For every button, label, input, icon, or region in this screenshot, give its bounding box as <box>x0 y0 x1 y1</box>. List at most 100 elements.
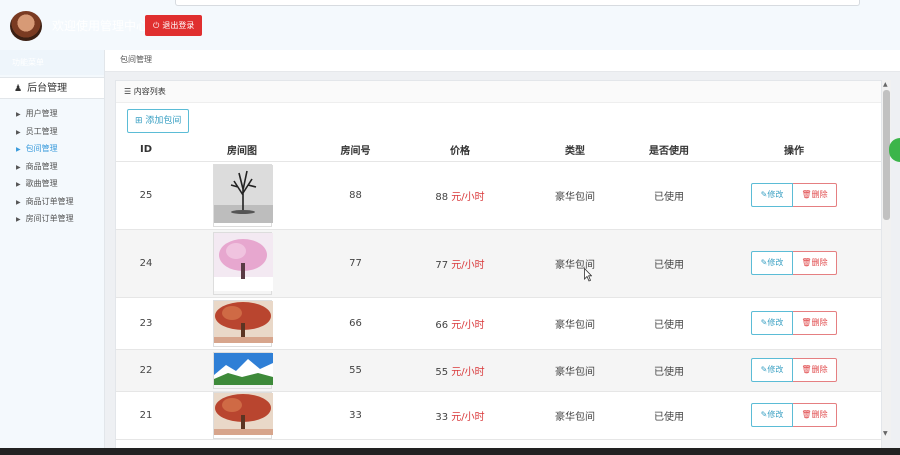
sidebar-item-label: 员工管理 <box>25 126 58 136</box>
cell-actions: ✎修改 🗑删除 <box>705 161 881 230</box>
caret-right-icon: ▶ <box>16 128 21 136</box>
delete-label: 删除 <box>811 410 828 419</box>
price-unit: 元/小时 <box>451 411 485 423</box>
sidebar-item[interactable]: ▶ 用户管理 <box>0 105 104 123</box>
panel-title: ☰ 内容列表 <box>116 81 881 103</box>
sidebar-item-label: 商品订单管理 <box>25 196 74 206</box>
sidebar-item-label: 包间管理 <box>25 144 58 153</box>
edit-label: 修改 <box>767 410 784 419</box>
cell-id: 23 <box>116 297 176 350</box>
caret-right-icon: ▶ <box>16 146 21 153</box>
table-row: 23 66 66 元/小时 豪华包间 已使用 ✎修改 🗑删除 <box>116 297 881 350</box>
room-thumbnail <box>212 299 273 347</box>
scrollbar[interactable]: ▲ ▼ <box>882 80 891 440</box>
action-group: ✎修改 🗑删除 <box>751 358 837 382</box>
edit-button[interactable]: ✎修改 <box>751 183 793 207</box>
cell-room: 66 <box>308 297 403 350</box>
cell-price: 66 元/小时 <box>403 297 517 350</box>
cell-room: 88 <box>308 161 403 230</box>
edit-label: 修改 <box>767 318 784 327</box>
delete-label: 删除 <box>811 318 828 327</box>
sidebar-item[interactable]: ▶ 员工管理 <box>0 123 104 141</box>
sidebar-item[interactable]: ▶ 包间管理 <box>0 140 104 158</box>
table-row: 25 88 88 元/小时 豪华包间 已使用 ✎修改 🗑删除 <box>116 161 881 230</box>
sidebar-menu-title[interactable]: ♟ 后台管理 <box>0 77 104 99</box>
sidebar-item[interactable]: ▶ 商品订单管理 <box>0 193 104 211</box>
add-room-label: 添加包间 <box>145 116 182 126</box>
room-thumbnail <box>212 231 273 295</box>
price-value: 77 <box>435 259 449 271</box>
header-used: 是否使用 <box>633 139 705 162</box>
list-icon: ☰ <box>124 87 134 96</box>
header-id: ID <box>116 139 176 162</box>
cell-type: 豪华包间 <box>517 297 633 350</box>
header-image: 房间图 <box>176 139 308 162</box>
sidebar-item-label: 用户管理 <box>25 109 58 118</box>
cell-used: 已使用 <box>633 161 705 230</box>
sidebar-item-label: 商品管理 <box>25 161 58 171</box>
menu-title-label: 后台管理 <box>27 83 68 94</box>
price-value: 66 <box>435 319 449 331</box>
cell-image <box>176 349 308 392</box>
price-unit: 元/小时 <box>451 191 485 203</box>
cell-id: 24 <box>116 229 176 298</box>
trash-icon: 🗑 <box>801 190 812 199</box>
delete-button[interactable]: 🗑删除 <box>793 251 837 275</box>
cell-used: 已使用 <box>633 229 705 298</box>
cell-used: 已使用 <box>633 297 705 350</box>
taskbar <box>0 448 900 455</box>
price-unit: 元/小时 <box>451 259 485 271</box>
cell-actions: ✎修改 🗑删除 <box>705 349 881 392</box>
room-thumbnail <box>212 391 273 439</box>
cell-id: 21 <box>116 391 176 440</box>
user-icon: ♟ <box>14 84 23 94</box>
trash-icon: 🗑 <box>801 410 812 419</box>
cell-price: 77 元/小时 <box>403 229 517 298</box>
address-bar[interactable] <box>175 0 860 6</box>
caret-right-icon: ▶ <box>16 181 21 188</box>
price-unit: 元/小时 <box>451 366 485 378</box>
action-group: ✎修改 🗑删除 <box>751 183 837 207</box>
cell-image <box>176 297 308 350</box>
delete-button[interactable]: 🗑删除 <box>793 183 837 207</box>
room-table: ID 房间图 房间号 价格 类型 是否使用 操作 25 88 88 元/小时 豪华包间… <box>116 139 881 440</box>
sidebar-item[interactable]: ▶ 房间订单管理 <box>0 210 104 228</box>
delete-button[interactable]: 🗑删除 <box>793 358 837 382</box>
cell-actions: ✎修改 🗑删除 <box>705 391 881 440</box>
scroll-up-icon[interactable]: ▲ <box>883 81 888 88</box>
cell-room: 55 <box>308 349 403 392</box>
room-thumbnail <box>212 351 273 389</box>
cell-used: 已使用 <box>633 391 705 440</box>
delete-button[interactable]: 🗑删除 <box>793 311 837 335</box>
edit-button[interactable]: ✎修改 <box>751 311 793 335</box>
delete-button[interactable]: 🗑删除 <box>793 403 837 427</box>
room-thumbnail <box>212 163 273 227</box>
price-value: 88 <box>435 191 449 203</box>
add-room-button[interactable]: ⊞ 添加包间 <box>127 109 190 133</box>
sidebar-header: 功能菜单 <box>0 50 104 75</box>
delete-label: 删除 <box>811 365 828 374</box>
edit-button[interactable]: ✎修改 <box>751 251 793 275</box>
avatar[interactable] <box>10 11 42 41</box>
header-type: 类型 <box>517 139 633 162</box>
sidebar-item[interactable]: ▶ 歌曲管理 <box>0 175 104 193</box>
sidebar-item[interactable]: ▶ 商品管理 <box>0 158 104 176</box>
edit-button[interactable]: ✎修改 <box>751 403 793 427</box>
cell-type: 豪华包间 <box>517 161 633 230</box>
cell-room: 77 <box>308 229 403 298</box>
plus-square-icon: ⊞ <box>135 116 146 126</box>
table-row: 21 33 33 元/小时 豪华包间 已使用 ✎修改 🗑删除 <box>116 391 881 440</box>
sidebar: 功能菜单 ♟ 后台管理 ▶ 用户管理 ▶ 员工管理 ▶ 包间管理 ▶ 商品管理 ▶ 歌曲管理 ▶ 商品订… <box>0 50 105 455</box>
sidebar-menu: ▶ 用户管理 ▶ 员工管理 ▶ 包间管理 ▶ 商品管理 ▶ 歌曲管理 ▶ 商品订单管理 ▶ 房间订单管理 <box>0 99 104 228</box>
delete-label: 删除 <box>811 190 828 199</box>
price-value: 33 <box>435 411 449 423</box>
edit-button[interactable]: ✎修改 <box>751 358 793 382</box>
logout-button[interactable]: ⏻ 退出登录 <box>145 15 203 36</box>
header-room: 房间号 <box>308 139 403 162</box>
header-actions: 操作 <box>705 139 881 162</box>
top-header: 欢迎使用管理中心 ⏻ 退出登录 <box>0 0 900 50</box>
price-unit: 元/小时 <box>451 319 485 331</box>
cell-image <box>176 391 308 440</box>
caret-right-icon: ▶ <box>16 216 21 223</box>
scroll-down-icon[interactable]: ▼ <box>883 430 888 437</box>
